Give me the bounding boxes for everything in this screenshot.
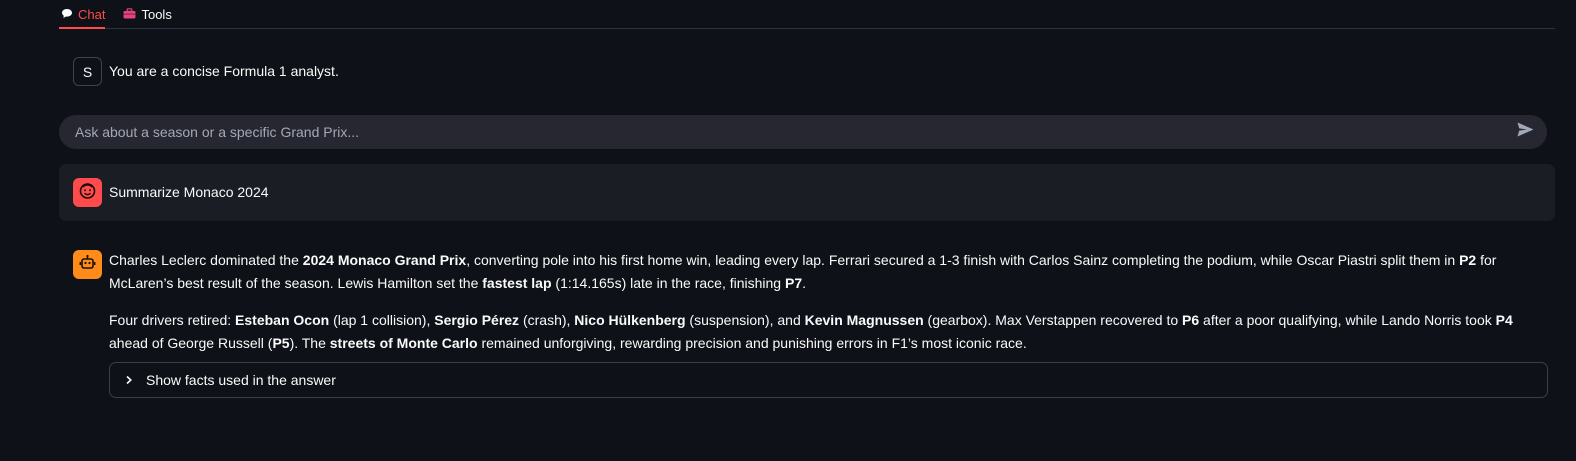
text-run: ahead of George Russell ( (109, 335, 273, 351)
text-run: (gearbox). Max Verstappen recovered to (923, 312, 1183, 328)
bold-driver: Esteban Ocon (235, 312, 330, 328)
bold-position: P4 (1495, 312, 1513, 328)
assistant-avatar (73, 250, 102, 279)
system-message: S You are a concise Formula 1 analyst. (59, 57, 1555, 86)
text-run: Four drivers retired: (109, 312, 236, 328)
facts-expander[interactable]: Show facts used in the answer (109, 362, 1548, 398)
bold-position: P6 (1182, 312, 1200, 328)
chevron-right-icon (124, 375, 138, 385)
send-icon (1517, 122, 1534, 142)
speech-bubble-icon (61, 8, 73, 21)
bold-position: P7 (784, 275, 803, 291)
bold-driver: Sergio Pérez (434, 312, 520, 328)
robot-icon (79, 254, 96, 276)
bold-position: P5 (272, 335, 290, 351)
system-avatar-letter: S (82, 63, 93, 80)
tab-tools[interactable]: Tools (121, 0, 172, 26)
assistant-paragraph-2: Four drivers retired: Esteban Ocon (lap … (109, 309, 1555, 355)
assistant-paragraph-1: Charles Leclerc dominated the 2024 Monac… (109, 249, 1555, 295)
tab-chat[interactable]: Chat (59, 0, 106, 29)
tab-tools-label: Tools (141, 6, 172, 22)
text-run: after a poor qualifying, while Lando Nor… (1199, 312, 1496, 328)
bold-driver: Nico Hülkenberg (574, 312, 686, 328)
system-message-text: You are a concise Formula 1 analyst. (109, 63, 339, 79)
chat-input[interactable] (73, 123, 1513, 141)
text-run: Charles Leclerc dominated the (109, 252, 303, 268)
text-run: remained unforgiving, rewarding precisio… (477, 335, 1027, 351)
assistant-message-body: Charles Leclerc dominated the 2024 Monac… (109, 249, 1555, 398)
bold-driver: Kevin Magnussen (804, 312, 924, 328)
text-run: (lap 1 collision), (329, 312, 435, 328)
text-run: (suspension), and (685, 312, 805, 328)
chat-input-container (59, 115, 1547, 149)
bold-fastest-lap: fastest lap (482, 275, 552, 291)
tab-bar: Chat Tools (59, 0, 1555, 29)
bold-race-name: 2024 Monaco Grand Prix (302, 252, 467, 268)
text-run: (crash), (519, 312, 575, 328)
bold-position: P2 (1459, 252, 1477, 268)
send-button[interactable] (1513, 120, 1537, 144)
user-message-text: Summarize Monaco 2024 (109, 184, 269, 200)
text-run: ). The (289, 335, 330, 351)
text-run: . (802, 275, 806, 291)
user-message: Summarize Monaco 2024 (59, 164, 1555, 221)
toolbox-icon (123, 7, 136, 21)
assistant-message: Charles Leclerc dominated the 2024 Monac… (59, 250, 1555, 398)
facts-expander-label: Show facts used in the answer (146, 371, 336, 388)
text-run: , converting pole into his first home wi… (466, 252, 1460, 268)
system-avatar: S (73, 57, 102, 86)
text-run: (1:14.165s) late in the race, finishing (551, 275, 785, 291)
tab-chat-label: Chat (78, 7, 106, 22)
user-avatar (73, 178, 102, 207)
smiley-face-icon (78, 181, 97, 205)
bold-location: streets of Monte Carlo (329, 335, 478, 351)
